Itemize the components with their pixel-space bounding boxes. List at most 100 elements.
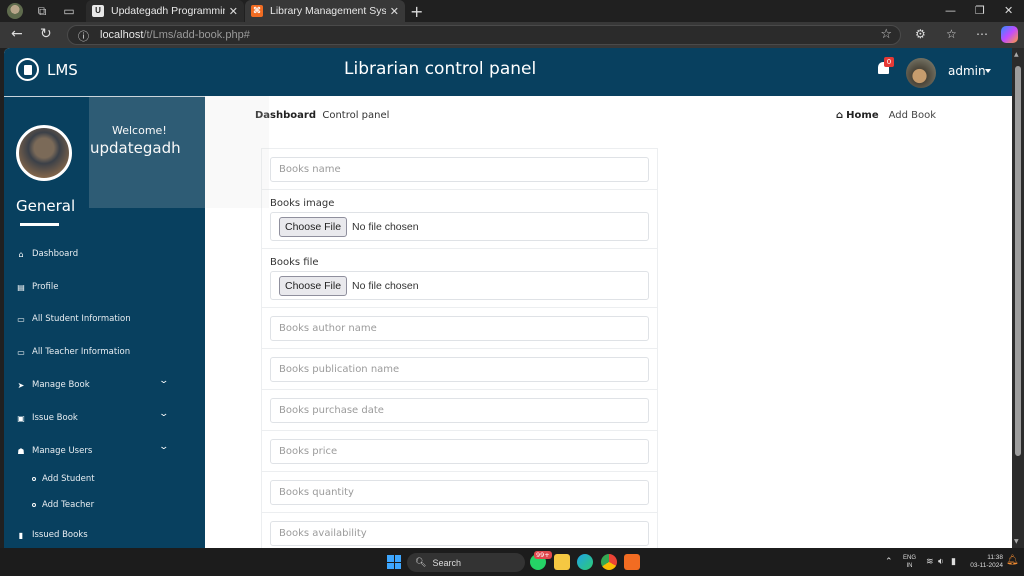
new-tab-button[interactable]: + [410, 2, 423, 21]
breadcrumb-home[interactable]: ⌂ Home [836, 110, 879, 121]
brand-name: LMS [47, 60, 78, 79]
file-explorer-icon[interactable] [554, 554, 570, 570]
xampp-icon[interactable] [624, 554, 640, 570]
sidebar-item-label: All Teacher Information [32, 347, 131, 357]
chrome-icon[interactable] [601, 554, 617, 570]
restore-button[interactable]: ❐ [975, 4, 985, 17]
main-content: Dashboard Control panel ⌂ Home Add Book … [205, 96, 1012, 548]
edge-icon[interactable] [577, 554, 593, 570]
sidebar-item-label: Issue Book [32, 413, 78, 423]
xampp-favicon: ⌘ [251, 5, 263, 17]
workspaces-icon[interactable]: ⧉ [34, 3, 50, 19]
battery-icon[interactable]: ▮ [951, 556, 956, 567]
top-navbar: LMS Librarian control panel 0 admin [4, 48, 1012, 96]
copilot-icon[interactable] [1001, 26, 1018, 43]
books-price-input[interactable]: Books price [270, 439, 649, 464]
chevron-down-icon[interactable]: ⌄ [158, 442, 169, 452]
close-tab-icon[interactable]: ✕ [229, 5, 238, 18]
page-scrollbar[interactable]: ▲ ▼ [1012, 48, 1024, 548]
tab-actions-icon[interactable]: ▭ [61, 3, 77, 19]
sidebar-item-all-teacher-information[interactable]: ▭ All Teacher Information [16, 347, 194, 357]
refresh-button[interactable]: ↻ [40, 26, 52, 42]
tab-hover-preview-overlay [89, 96, 269, 208]
show-hidden-icons-chevron-icon[interactable]: ⌃ [885, 556, 893, 567]
circle-icon [32, 477, 36, 481]
bookmark-icon: ▮ [18, 530, 24, 540]
books-purchase-date-input[interactable]: Books purchase date [270, 398, 649, 423]
breadcrumb: ⌂ Home Add Book [836, 110, 936, 121]
clock-time: 11:38 [987, 554, 1003, 561]
favorite-star-icon[interactable]: ☆ [880, 27, 892, 42]
search-label: Search [432, 557, 461, 568]
taskbar-search[interactable]: 🔍︎ Search [407, 553, 525, 572]
updategadh-favicon: U [92, 5, 104, 17]
books-availability-input[interactable]: Books availability [270, 521, 649, 546]
url-text: localhost/t/Lms/add-book.php# [100, 29, 250, 41]
minimize-button[interactable]: — [945, 4, 956, 17]
sidebar-item-manage-users[interactable]: ☗ Manage Users ⌄ [16, 442, 194, 456]
brand[interactable]: LMS [16, 58, 78, 81]
sidebar-item-issue-book[interactable]: ▣ Issue Book ⌄ [16, 409, 194, 423]
user-avatar [16, 125, 72, 181]
sidebar-item-manage-book[interactable]: ➤ Manage Book ⌄ [16, 376, 194, 390]
caret-down-icon[interactable] [985, 69, 991, 73]
admin-user-menu[interactable]: admin [948, 64, 986, 78]
favorites-icon[interactable]: ☆ [946, 27, 957, 41]
books-publication-input[interactable]: Books publication name [270, 357, 649, 382]
windows-start-icon[interactable] [387, 555, 401, 569]
sidebar-item-label: Manage Users [32, 446, 93, 456]
close-tab-icon[interactable]: ✕ [390, 5, 399, 18]
clock-date: 03-11-2024 [970, 562, 1003, 569]
sidebar-subitem-label: Add Student [42, 474, 95, 484]
whatsapp-badge: 99+ [534, 551, 552, 559]
lang-code: ENG [903, 555, 917, 561]
choose-file-button[interactable]: Choose File [279, 275, 348, 296]
section-underline [20, 223, 59, 226]
form-row: Books purchase date [262, 390, 657, 431]
tab-title: Updategadh Programming - Upd [111, 5, 225, 17]
scroll-down-arrow-icon[interactable]: ▼ [1014, 538, 1019, 545]
address-bar[interactable]: ⓘ localhost/t/Lms/add-book.php# ☆ [67, 25, 901, 45]
wifi-icon[interactable]: ≋ [926, 556, 934, 567]
sidebar-item-issued-books[interactable]: ▮ Issued Books [16, 530, 194, 540]
books-author-input[interactable]: Books author name [270, 316, 649, 341]
books-name-input[interactable]: Books name [270, 157, 649, 182]
more-menu-icon[interactable]: ⋯ [976, 27, 988, 41]
sidebar-item-label: Dashboard [32, 249, 79, 259]
choose-file-button[interactable]: Choose File [279, 216, 348, 237]
notification-bell-icon[interactable]: 🔔︎ [1006, 555, 1019, 566]
id-card-icon: ▤ [17, 282, 25, 292]
form-row: Books publication name [262, 349, 657, 390]
page-header-title: Librarian control panel [344, 59, 537, 79]
breadcrumb-home-label: Home [846, 110, 879, 121]
form-row: Books availability [262, 513, 657, 548]
browser-profile-avatar[interactable] [7, 3, 23, 19]
books-image-file-input[interactable]: Choose File No file chosen [270, 212, 649, 241]
paper-plane-icon: ➤ [17, 380, 25, 390]
site-info-icon[interactable]: ⓘ [78, 28, 89, 44]
tab-library-management[interactable]: ⌘ Library Management System ✕ [245, 0, 405, 22]
tab-updategadh[interactable]: U Updategadh Programming - Upd ✕ [86, 0, 244, 22]
admin-avatar[interactable] [906, 58, 936, 88]
scrollbar-thumb[interactable] [1015, 66, 1021, 456]
books-quantity-input[interactable]: Books quantity [270, 480, 649, 505]
sidebar-item-all-student-information[interactable]: ▭ All Student Information [16, 314, 194, 324]
chevron-down-icon[interactable]: ⌄ [158, 376, 169, 386]
sidebar-item-label: Manage Book [32, 380, 90, 390]
language-indicator[interactable]: ENG IN [903, 554, 916, 570]
sidebar-item-dashboard[interactable]: ⌂ Dashboard [16, 249, 194, 259]
home-icon: ⌂ [836, 110, 844, 121]
sidebar-subitem-add-student[interactable]: Add Student [32, 474, 95, 484]
chevron-down-icon[interactable]: ⌄ [158, 409, 169, 419]
extensions-icon[interactable]: ⚙ [915, 27, 926, 41]
back-button[interactable]: ← [11, 26, 23, 42]
volume-icon[interactable]: 🔉︎ [938, 556, 944, 567]
close-window-button[interactable]: ✕ [1004, 4, 1013, 17]
sidebar-subitem-add-teacher[interactable]: Add Teacher [32, 500, 94, 510]
clock[interactable]: 11:38 03-11-2024 [967, 554, 1003, 570]
circle-icon [32, 503, 36, 507]
tab-title: Library Management System [270, 5, 386, 17]
scroll-up-arrow-icon[interactable]: ▲ [1014, 51, 1019, 58]
books-file-input[interactable]: Choose File No file chosen [270, 271, 649, 300]
sidebar-item-profile[interactable]: ▤ Profile [16, 282, 194, 292]
